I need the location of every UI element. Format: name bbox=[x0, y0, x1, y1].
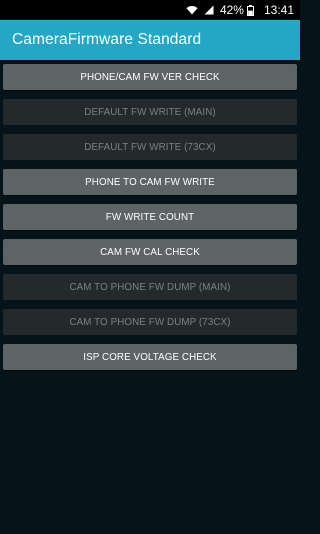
cam-to-phone-fw-dump-main-button: CAM TO PHONE FW DUMP (MAIN) bbox=[3, 274, 297, 300]
default-fw-write-73cx-button: DEFAULT FW WRITE (73CX) bbox=[3, 134, 297, 160]
cam-fw-cal-check-button[interactable]: CAM FW CAL CHECK bbox=[3, 239, 297, 265]
fw-write-count-button[interactable]: FW WRITE COUNT bbox=[3, 204, 297, 230]
cam-to-phone-fw-dump-73cx-button: CAM TO PHONE FW DUMP (73CX) bbox=[3, 309, 297, 335]
isp-core-voltage-check-button[interactable]: ISP CORE VOLTAGE CHECK bbox=[3, 344, 297, 370]
signal-icon bbox=[204, 5, 214, 15]
button-list: PHONE/CAM FW VER CHECK DEFAULT FW WRITE … bbox=[0, 60, 300, 534]
battery-icon bbox=[246, 4, 254, 16]
status-bar: 42% 13:41 bbox=[0, 0, 300, 20]
clock: 13:41 bbox=[263, 3, 294, 17]
wifi-icon bbox=[186, 5, 198, 15]
app-bar: CameraFirmware Standard bbox=[0, 20, 300, 60]
phone-to-cam-fw-write-button[interactable]: PHONE TO CAM FW WRITE bbox=[3, 169, 297, 195]
default-fw-write-main-button: DEFAULT FW WRITE (MAIN) bbox=[3, 99, 297, 125]
battery-percent: 42% bbox=[219, 3, 244, 17]
app-title: CameraFirmware Standard bbox=[12, 31, 202, 48]
phone-cam-fw-ver-check-button[interactable]: PHONE/CAM FW VER CHECK bbox=[3, 64, 297, 90]
